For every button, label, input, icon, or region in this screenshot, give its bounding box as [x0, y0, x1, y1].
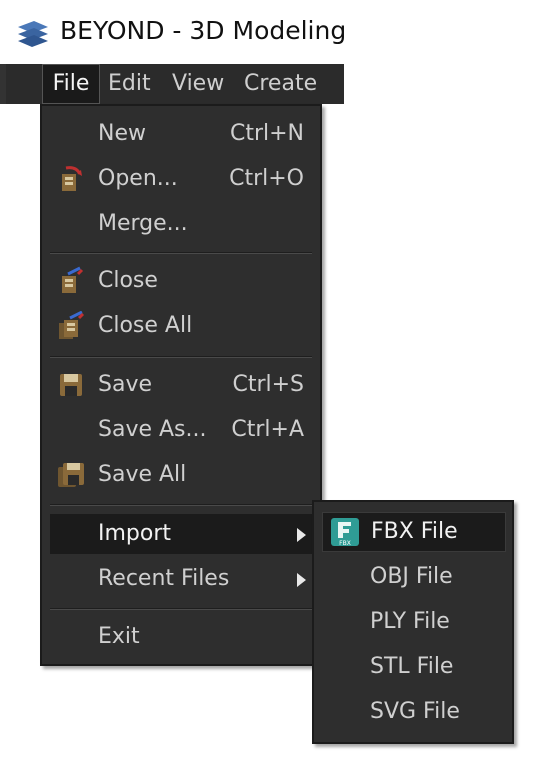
menu-item-label: Save As...: [98, 417, 207, 442]
menu-item-label: Recent Files: [98, 566, 230, 591]
menu-item-label: Open...: [98, 166, 178, 191]
submenu-item-fbx-file[interactable]: FBX FBX File: [322, 512, 506, 552]
menu-item-label: Save: [98, 372, 153, 397]
menu-separator: [50, 504, 312, 506]
save-icon: [60, 374, 82, 396]
close-all-icon: [59, 311, 85, 339]
menu-item-label: Import: [98, 521, 172, 546]
menu-item-save-as[interactable]: Save As... Ctrl+A: [50, 410, 312, 450]
menu-item-new[interactable]: New Ctrl+N: [50, 114, 312, 154]
menu-item-open[interactable]: Open... Ctrl+O: [50, 159, 312, 199]
menu-item-label: Exit: [98, 624, 140, 649]
submenu-item-ply-file[interactable]: PLY File: [322, 602, 506, 642]
submenu-item-stl-file[interactable]: STL File: [322, 647, 506, 687]
submenu-item-svg-file[interactable]: SVG File: [322, 692, 506, 732]
submenu-item-label: SVG File: [370, 699, 460, 724]
menu-item-label: Save All: [98, 462, 187, 487]
open-icon: [62, 166, 82, 191]
menu-item-label: Close All: [98, 313, 193, 338]
menu-item-save-all[interactable]: Save All: [50, 455, 312, 495]
menu-item-close[interactable]: Close: [50, 261, 312, 301]
submenu-item-label: FBX File: [371, 519, 458, 544]
file-menu: New Ctrl+N Open... Ctrl+O Merge... Close: [40, 104, 322, 666]
menu-item-shortcut: Ctrl+S: [232, 372, 304, 397]
submenu-arrow-icon: [297, 528, 306, 542]
save-all-icon: [58, 463, 84, 487]
menu-separator: [50, 356, 312, 358]
menu-file[interactable]: File: [42, 64, 100, 104]
menu-item-save[interactable]: Save Ctrl+S: [50, 365, 312, 405]
fbx-icon-text: FBX: [339, 540, 351, 547]
menu-item-label: New: [98, 121, 146, 146]
submenu-item-label: OBJ File: [370, 564, 453, 589]
menu-bar: File Edit View Create: [0, 64, 344, 104]
submenu-item-obj-file[interactable]: OBJ File: [322, 557, 506, 597]
menu-item-exit[interactable]: Exit: [50, 617, 312, 657]
menu-create[interactable]: Create: [244, 64, 317, 104]
menu-item-import[interactable]: Import: [50, 514, 312, 554]
menu-view[interactable]: View: [172, 64, 224, 104]
submenu-item-label: STL File: [370, 654, 454, 679]
menu-item-shortcut: Ctrl+N: [229, 121, 304, 146]
menu-separator: [50, 252, 312, 254]
submenu-arrow-icon: [297, 573, 306, 587]
menu-item-close-all[interactable]: Close All: [50, 306, 312, 346]
menu-item-label: Merge...: [98, 211, 188, 236]
import-submenu: FBX FBX File OBJ File PLY File STL File …: [312, 500, 514, 744]
menu-item-recent-files[interactable]: Recent Files: [50, 559, 312, 599]
title-bar: BEYOND - 3D Modeling: [0, 0, 552, 64]
submenu-item-label: PLY File: [370, 609, 450, 634]
menu-edit[interactable]: Edit: [108, 64, 151, 104]
beyond-logo-icon: [18, 21, 48, 47]
menu-item-label: Close: [98, 268, 158, 293]
fbx-icon: FBX: [331, 518, 359, 547]
menu-item-shortcut: Ctrl+A: [231, 417, 304, 442]
menu-item-merge[interactable]: Merge...: [50, 204, 312, 244]
close-file-icon: [62, 266, 84, 293]
menu-separator: [50, 608, 312, 610]
window-title: BEYOND - 3D Modeling: [60, 16, 347, 45]
menu-item-shortcut: Ctrl+O: [229, 166, 304, 191]
